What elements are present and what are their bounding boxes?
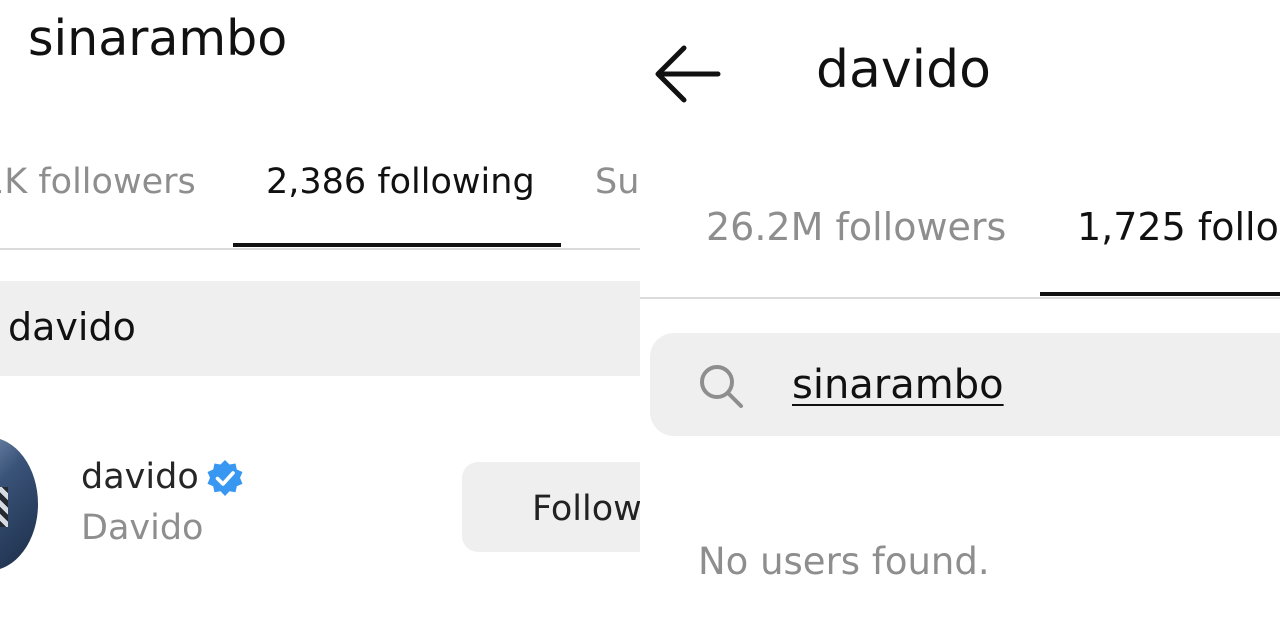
back-arrow-icon[interactable] <box>650 42 722 106</box>
right-screenshot-panel: davido 26.2M followers 1,725 follow sina… <box>640 0 1280 640</box>
profile-title: sinarambo <box>28 10 288 67</box>
tab-followers[interactable]: 26.2M followers <box>706 205 1006 249</box>
tab-following[interactable]: 1,725 follow <box>1077 205 1280 249</box>
follow-button-label: Follow <box>532 489 640 529</box>
tab-followers[interactable]: 1K followers <box>0 162 196 202</box>
tab-divider <box>0 248 640 250</box>
empty-state-message: No users found. <box>698 540 990 583</box>
result-full-name: Davido <box>81 508 204 548</box>
result-username[interactable]: davido <box>81 457 199 497</box>
tab-following[interactable]: 2,386 following <box>266 162 535 202</box>
active-tab-indicator <box>233 243 561 247</box>
tab-divider <box>640 297 1280 299</box>
active-tab-indicator <box>1040 292 1280 296</box>
avatar[interactable] <box>0 437 38 571</box>
search-input[interactable]: sinarambo <box>792 362 1004 408</box>
verified-badge-icon <box>207 460 243 496</box>
tab-suggested[interactable]: Su <box>595 162 639 202</box>
left-screenshot-panel: sinarambo 1K followers 2,386 following S… <box>0 0 640 640</box>
search-icon <box>700 365 743 408</box>
profile-title: davido <box>816 40 991 100</box>
search-input[interactable]: davido <box>8 305 136 349</box>
